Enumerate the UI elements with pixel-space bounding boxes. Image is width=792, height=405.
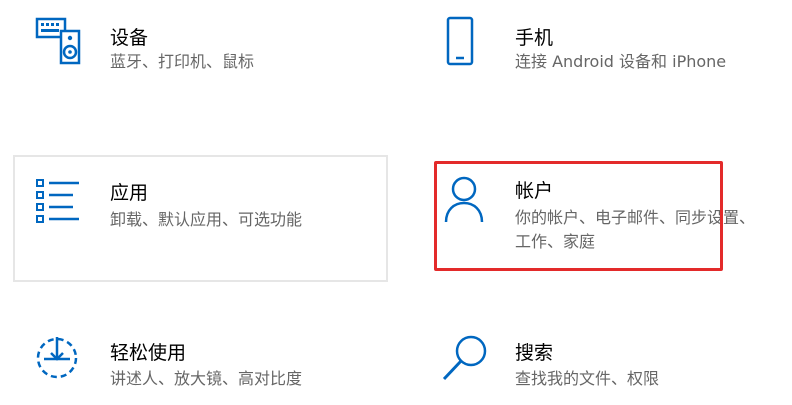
settings-tile-apps[interactable]: 应用 卸载、默认应用、可选功能 [13,155,388,282]
tile-title: 应用 [110,182,149,204]
settings-tile-devices[interactable]: 设备 蓝牙、打印机、鼠标 [20,2,390,102]
tile-description: 连接 Android 设备和 iPhone [515,52,727,71]
highlight-box [434,161,723,271]
tile-description: 讲述人、放大镜、高对比度 [110,369,303,388]
settings-tile-search[interactable]: 搜索 查找我的文件、权限 [425,315,785,405]
ease-of-access-icon [34,335,80,381]
tile-description: 蓝牙、打印机、鼠标 [110,52,255,71]
tile-title: 轻松使用 [110,342,187,364]
settings-tile-phone[interactable]: 手机 连接 Android 设备和 iPhone [425,2,785,102]
apps-list-icon [35,177,81,225]
tile-title: 手机 [515,27,554,49]
settings-tile-ease-of-access[interactable]: 轻松使用 讲述人、放大镜、高对比度 [20,315,390,405]
phone-icon [445,16,475,68]
keyboard-speaker-icon [35,16,83,68]
tile-title: 设备 [110,27,149,49]
tile-description: 查找我的文件、权限 [515,369,660,388]
search-icon [440,333,490,383]
tile-title: 搜索 [515,342,554,364]
tile-description: 卸载、默认应用、可选功能 [110,210,303,229]
